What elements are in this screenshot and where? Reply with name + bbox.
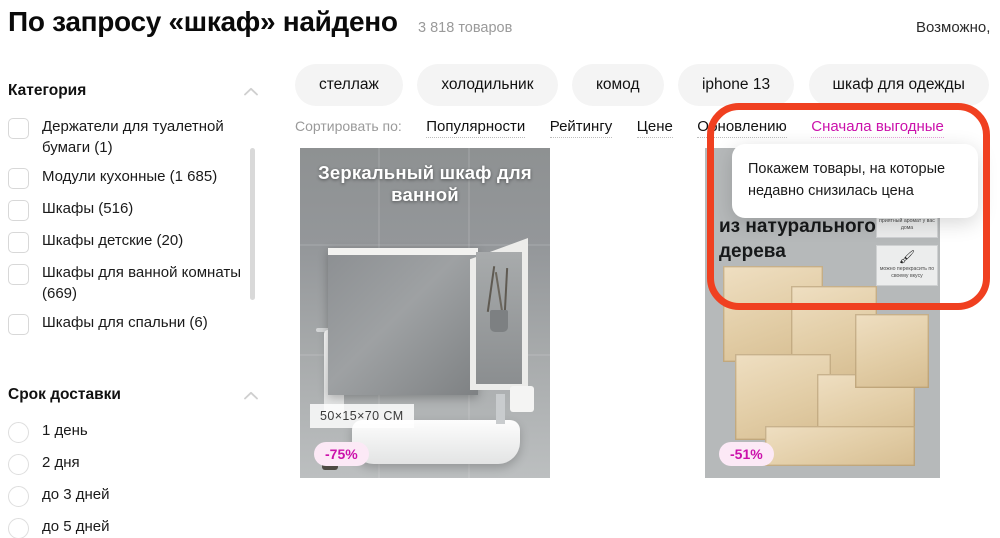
option-label: до 5 дней (42, 518, 110, 535)
option-label: до 3 дней (42, 486, 110, 503)
image-caption: Зеркальный шкаф для ванной (318, 162, 532, 205)
chip-iphone-13[interactable]: iphone 13 (677, 64, 795, 106)
filter-group-title: Срок доставки (8, 386, 121, 403)
radio-button[interactable] (8, 454, 29, 475)
sidebar-scrollbar[interactable] (250, 148, 255, 300)
list-item[interactable]: Шкафы для спальни (6) (0, 308, 270, 340)
category-option-list: Держатели для туалетной бумаги (1) Модул… (0, 112, 270, 340)
list-item[interactable]: Модули кухонные (1 685) (0, 162, 270, 194)
filter-group-header[interactable]: Категория (0, 82, 270, 112)
checkbox[interactable] (8, 314, 29, 335)
radio-button[interactable] (8, 518, 29, 538)
results-content: стеллаж холодильник комод iphone 13 шкаф… (295, 0, 1000, 538)
sort-option-best-deals[interactable]: Сначала выгодные (811, 118, 944, 138)
chevron-up-icon[interactable] (244, 391, 258, 400)
sort-tooltip: Покажем товары, на которые недавно снизи… (732, 144, 978, 218)
chip-shkaf-dlya-odezhdy[interactable]: шкаф для одежды (808, 64, 989, 106)
checkbox[interactable] (8, 168, 29, 189)
sort-label: Сортировать по: (295, 118, 402, 134)
discount-badge: -75% (314, 442, 369, 466)
sort-option-popularity[interactable]: Популярности (426, 118, 526, 138)
badge-text: можно перекрасить по своему вкусу (879, 266, 935, 279)
dimension-badge: 50×15×70 CM (310, 404, 414, 428)
discount-badge: -51% (719, 442, 774, 466)
filters-sidebar: Категория Держатели для туалетной бумаги… (0, 82, 270, 538)
list-item[interactable]: Шкафы детские (20) (0, 226, 270, 258)
image-caption: из натурального дерева (719, 216, 876, 262)
sort-bar: Сортировать по: Популярности Рейтингу Це… (295, 118, 964, 140)
search-results-page: По запросу «шкаф» найдено 3 818 товаров … (0, 0, 1000, 538)
option-label: Шкафы для ванной комнаты (669) (42, 264, 241, 302)
filter-group-title: Категория (8, 82, 87, 99)
option-label: Держатели для туалетной бумаги (1) (42, 118, 224, 156)
list-item[interactable]: Держатели для туалетной бумаги (1) (0, 112, 270, 162)
option-label: 2 дня (42, 454, 80, 471)
option-label: Модули кухонные (1 685) (42, 168, 218, 185)
checkbox[interactable] (8, 118, 29, 139)
filter-group-category: Категория Держатели для туалетной бумаги… (0, 82, 270, 340)
chip-komod[interactable]: комод (571, 64, 664, 106)
option-label: 1 день (42, 422, 88, 439)
list-item[interactable]: до 5 дней (0, 512, 270, 538)
chevron-up-icon[interactable] (244, 87, 258, 96)
list-item[interactable]: Шкафы для ванной комнаты (669) (0, 258, 270, 308)
option-label: Шкафы для спальни (6) (42, 314, 208, 331)
product-image[interactable]: Зеркальный шкаф для ванной 50×15×70 CM -… (300, 148, 550, 478)
filter-group-header[interactable]: Срок доставки (0, 386, 270, 416)
list-item[interactable]: Шкафы (516) (0, 194, 270, 226)
radio-button[interactable] (8, 422, 29, 443)
chip-holodilnik[interactable]: холодильник (417, 64, 558, 106)
chip-stellazh[interactable]: стеллаж (295, 64, 403, 106)
filter-group-delivery: Срок доставки 1 день 2 дня до 3 дней до … (0, 386, 270, 538)
suggestion-chips: стеллаж холодильник комод iphone 13 шкаф… (295, 64, 1000, 106)
category-options-scroll[interactable]: Держатели для туалетной бумаги (1) Модул… (0, 112, 270, 340)
checkbox[interactable] (8, 200, 29, 221)
sort-option-update[interactable]: Обновлению (697, 118, 787, 138)
checkbox[interactable] (8, 264, 29, 285)
delivery-option-list: 1 день 2 дня до 3 дней до 5 дней (0, 416, 270, 538)
option-label: Шкафы детские (20) (42, 232, 184, 249)
list-item[interactable]: 2 дня (0, 448, 270, 480)
checkbox[interactable] (8, 232, 29, 253)
product-card[interactable]: Зеркальный шкаф для ванной 50×15×70 CM -… (300, 148, 550, 478)
list-item[interactable]: 1 день (0, 416, 270, 448)
radio-button[interactable] (8, 486, 29, 507)
list-item[interactable]: до 3 дней (0, 480, 270, 512)
option-label: Шкафы (516) (42, 200, 134, 217)
sort-option-price[interactable]: Цене (636, 118, 673, 138)
sort-option-rating[interactable]: Рейтингу (549, 118, 613, 138)
